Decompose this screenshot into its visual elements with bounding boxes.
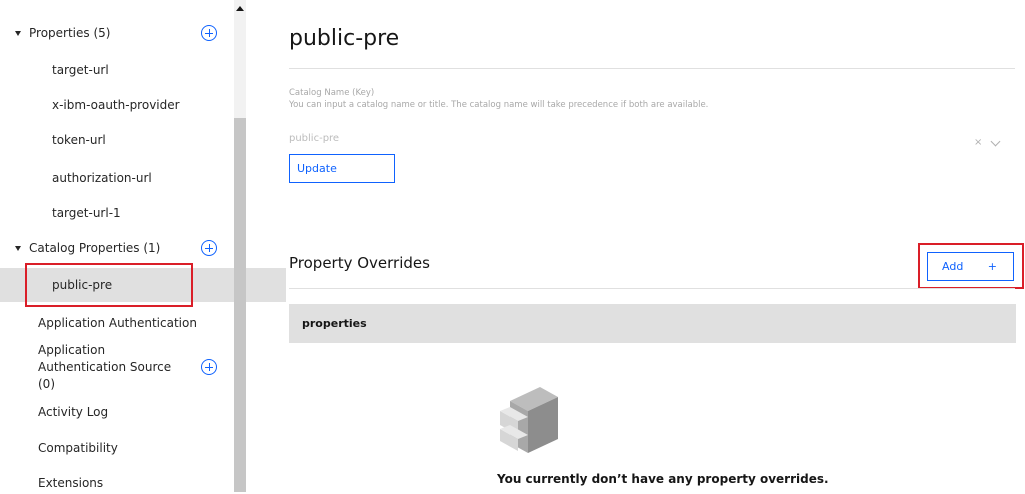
scrollbar-thumb[interactable] xyxy=(234,118,246,492)
sidebar-item-label: Activity Log xyxy=(38,405,109,419)
empty-state-message: You currently don’t have any property ov… xyxy=(497,472,829,486)
update-button[interactable]: Update xyxy=(289,154,395,183)
sidebar-item-label: Compatibility xyxy=(38,441,118,455)
highlight-box-add xyxy=(918,243,1024,289)
table-header-properties: properties xyxy=(289,304,1016,343)
sidebar-item-application-authentication-source[interactable]: Application Authentication Source (0) xyxy=(0,343,272,391)
add-auth-source-plus-icon[interactable] xyxy=(201,359,217,375)
caret-down-icon xyxy=(15,30,21,36)
sidebar-group-properties[interactable]: Properties (5) xyxy=(0,22,234,44)
sidebar-item-label: authorization-url xyxy=(52,171,152,185)
sidebar-item-label: target-url-1 xyxy=(52,206,121,220)
divider xyxy=(289,288,1015,289)
field-help-text: You can input a catalog name or title. T… xyxy=(289,100,709,110)
file-cabinet-icon xyxy=(500,387,558,453)
sidebar-item-label: Application Authentication xyxy=(38,316,197,330)
sidebar-item-label: Extensions xyxy=(38,476,104,490)
sidebar-item-compatibility[interactable]: Compatibility xyxy=(0,437,272,459)
caret-down-icon xyxy=(15,245,21,251)
sidebar-item-activity-log[interactable]: Activity Log xyxy=(0,401,272,423)
highlight-box-public-pre xyxy=(25,263,193,307)
sidebar-item-application-authentication[interactable]: Application Authentication xyxy=(0,312,272,334)
add-property-plus-icon[interactable] xyxy=(201,25,217,41)
sidebar-item-extensions[interactable]: Extensions xyxy=(0,472,272,494)
main-panel: public-pre Catalog Name (Key) You can in… xyxy=(246,0,1025,492)
sidebar-item-label: token-url xyxy=(52,133,106,147)
sidebar-group-catalog-properties[interactable]: Catalog Properties (1) xyxy=(0,237,234,259)
catalog-name-input[interactable]: public-pre xyxy=(289,133,339,144)
field-label-text: Catalog Name (Key) xyxy=(289,88,375,98)
sidebar-item-label: Application Authentication Source (0) xyxy=(38,342,172,391)
add-catalog-property-plus-icon[interactable] xyxy=(201,240,217,256)
catalog-name-label: Catalog Name (Key) You can input a catal… xyxy=(289,87,708,111)
sidebar: Properties (5) target-url x-ibm-oauth-pr… xyxy=(0,0,286,492)
scroll-up-arrow-icon[interactable] xyxy=(236,6,244,11)
chevron-down-icon[interactable] xyxy=(990,136,1001,147)
sidebar-item-label: target-url xyxy=(52,63,109,77)
sidebar-group-label: Catalog Properties (1) xyxy=(29,241,161,255)
sidebar-group-label: Properties (5) xyxy=(29,26,111,40)
sidebar-item-label: x-ibm-oauth-provider xyxy=(52,98,180,112)
page-title: public-pre xyxy=(289,26,400,51)
divider xyxy=(289,68,1015,69)
close-icon[interactable]: × xyxy=(974,137,982,148)
sidebar-scrollbar[interactable] xyxy=(234,0,246,492)
property-overrides-title: Property Overrides xyxy=(289,254,430,272)
